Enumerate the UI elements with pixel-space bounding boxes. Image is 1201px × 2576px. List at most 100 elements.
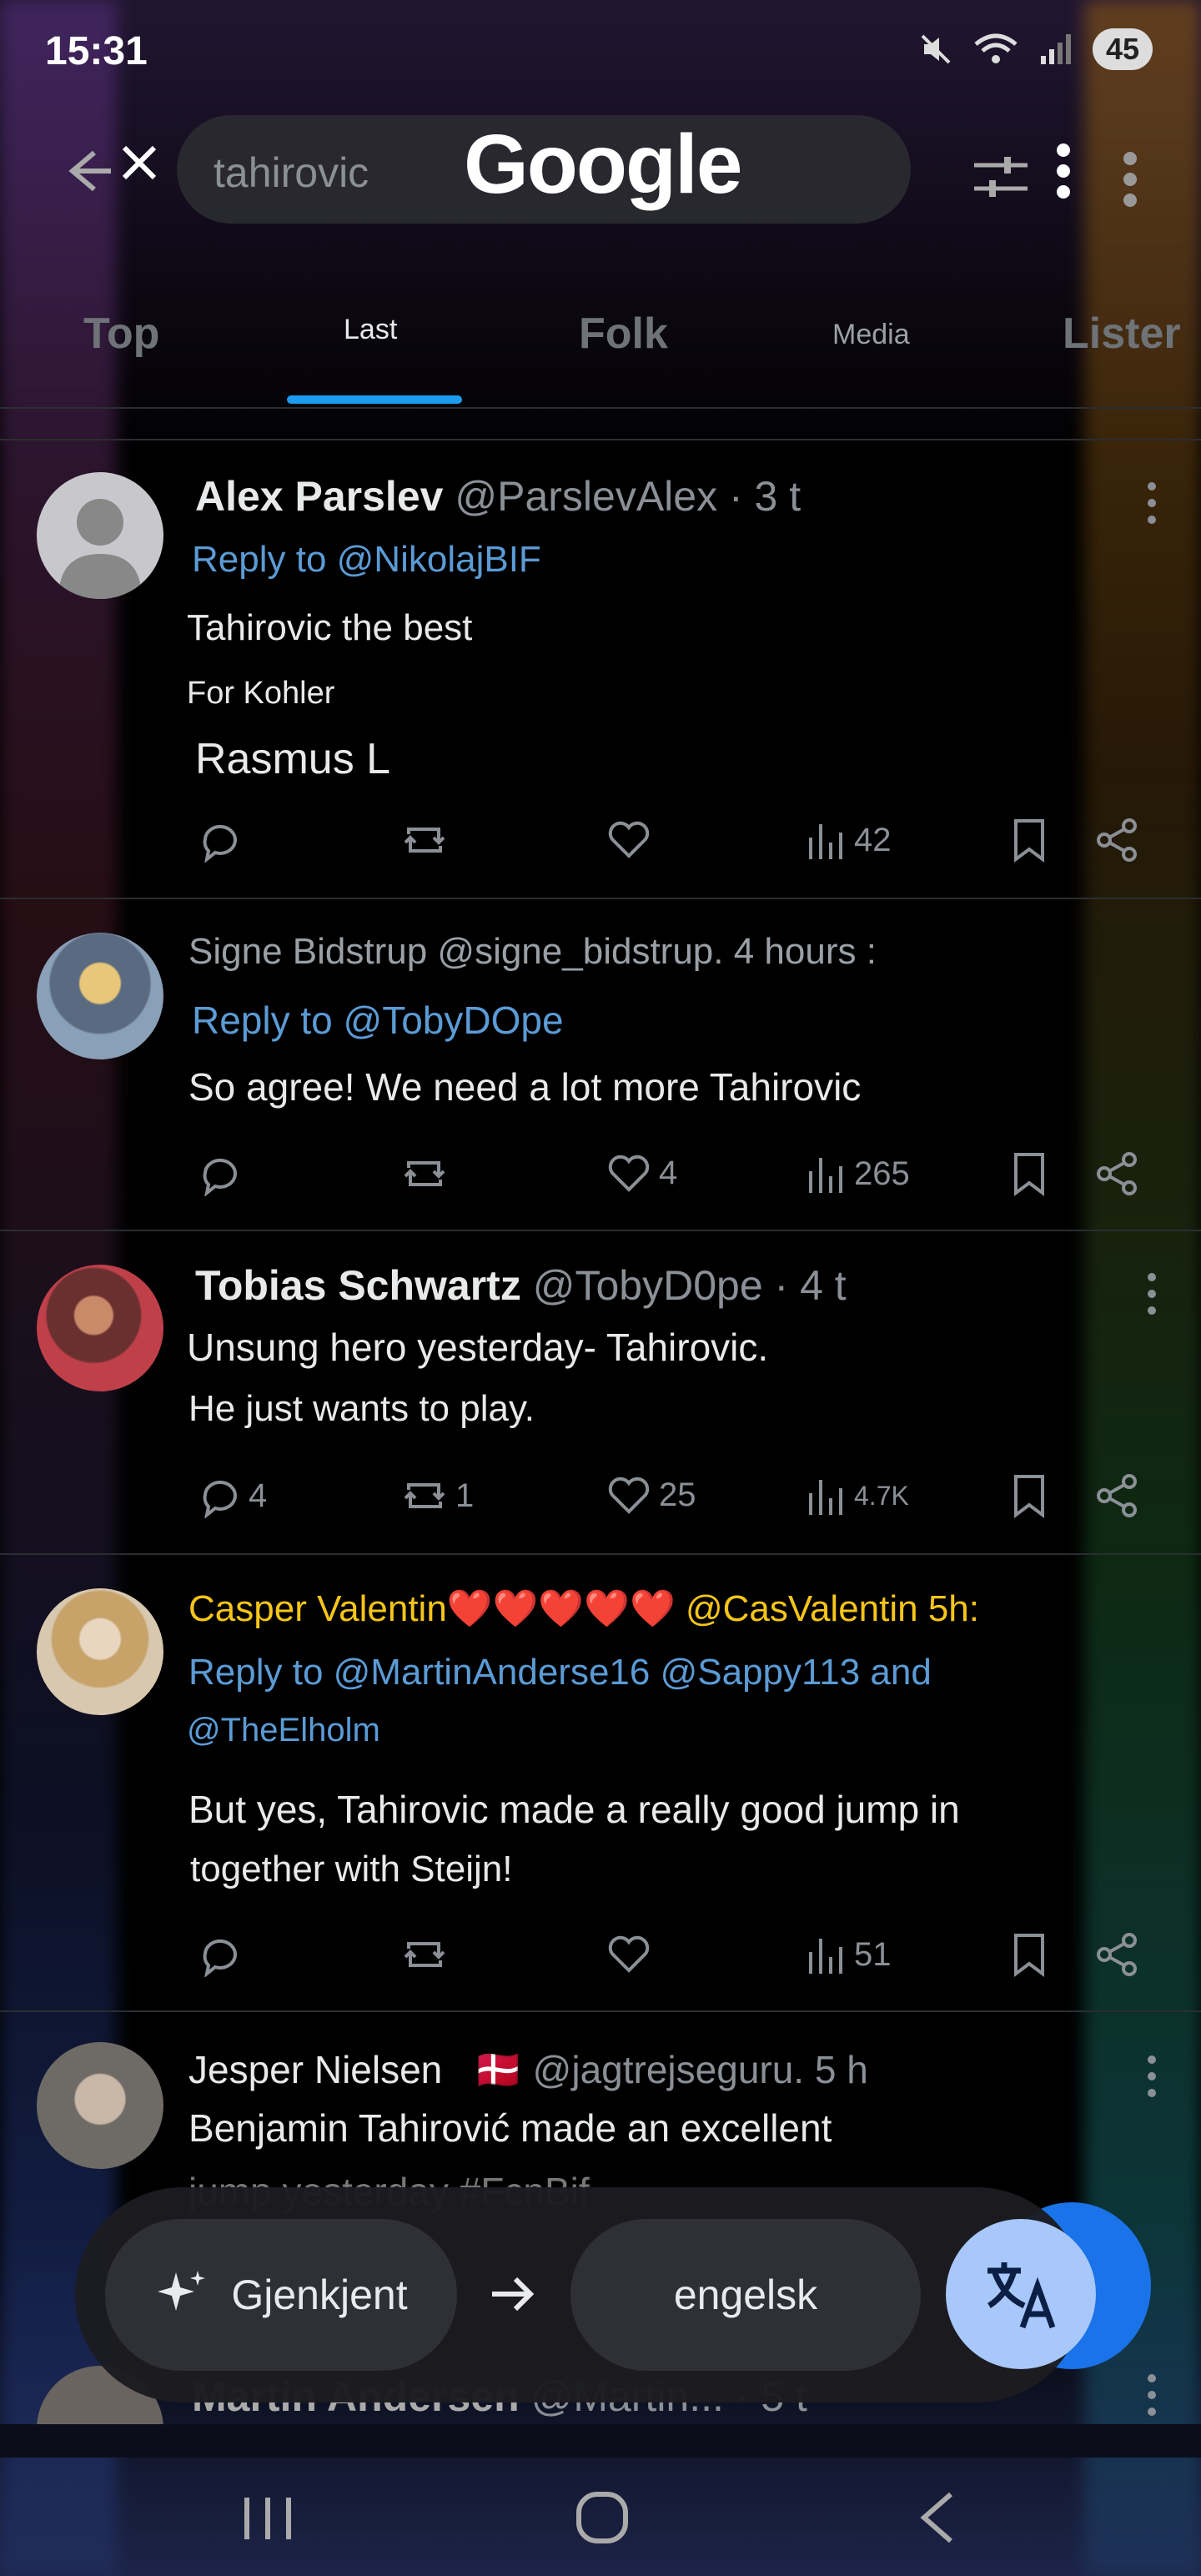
mute-icon: [921, 34, 951, 64]
like-button[interactable]: 4: [606, 1151, 677, 1195]
avatar[interactable]: [37, 1588, 163, 1715]
author-name[interactable]: Tobias Schwartz @TobyD0pe · 4 t: [195, 1261, 847, 1310]
heart-icon: [608, 1935, 650, 1973]
back-arrow-icon: [68, 150, 111, 192]
like-button[interactable]: [606, 1932, 659, 1975]
views-button[interactable]: 51: [806, 1932, 892, 1977]
reply-button[interactable]: [197, 1932, 249, 1977]
source-language-label: Gjenkjent: [231, 2272, 408, 2318]
tweet-card[interactable]: Tobias Schwartz @TobyD0pe · 4 t Unsung h…: [0, 1231, 1201, 1553]
tweet-text: So agree! We need a lot more Tahirovic: [188, 1065, 862, 1109]
reply-icon: [203, 824, 237, 863]
author-name[interactable]: Signe Bidstrup @signe_bidstrup. 4 hours …: [188, 931, 877, 973]
retweet-icon: [404, 1161, 445, 1186]
chevron-left-icon: [920, 2492, 952, 2543]
retweet-button[interactable]: [400, 1151, 455, 1196]
reply-button[interactable]: [197, 1151, 249, 1196]
sliders-icon: [974, 157, 1028, 197]
reply-to-link[interactable]: Reply to @TobyDOpe: [192, 998, 564, 1043]
author-name[interactable]: Jesper Nielsen 🇩🇰 @jagtrejseguru. 5 h: [188, 2047, 868, 2093]
reply-to-link[interactable]: Reply to @MartinAnderse16 @Sappy113 and: [188, 1652, 932, 1693]
tab-top[interactable]: Top: [83, 309, 159, 359]
tweet-card[interactable]: Signe Bidstrup @signe_bidstrup. 4 hours …: [0, 899, 1201, 1230]
heart-icon: [608, 821, 650, 858]
avatar[interactable]: [37, 1265, 163, 1391]
reply-to-link[interactable]: @TheElholm: [187, 1712, 380, 1749]
google-logo: Google: [464, 118, 742, 211]
tweet-card[interactable]: Casper Valentin❤️❤️❤️❤️❤️ @CasValentin 5…: [0, 1555, 1201, 2010]
retweet-button[interactable]: [400, 1932, 455, 1977]
back-button[interactable]: [58, 142, 117, 200]
share-button[interactable]: [1094, 1473, 1139, 1518]
recent-apps-button[interactable]: [242, 2494, 294, 2547]
bookmark-button[interactable]: [1011, 1151, 1048, 1196]
like-count: 4: [659, 1154, 678, 1191]
share-button[interactable]: [1094, 818, 1139, 863]
tweet-text: For Kohler: [187, 676, 335, 711]
tab-lister[interactable]: Lister: [1063, 309, 1181, 359]
status-time: 15:31: [45, 29, 148, 73]
author-display-name[interactable]: Tobias Schwartz: [195, 1262, 521, 1309]
sparkle-icon: [158, 2271, 206, 2311]
retweet-button[interactable]: [400, 818, 455, 863]
more-options-button[interactable]: [1043, 133, 1084, 209]
reply-button[interactable]: [197, 818, 249, 863]
battery-indicator: 45: [1092, 28, 1153, 70]
views-button[interactable]: 265: [806, 1151, 910, 1196]
reply-button[interactable]: 4: [197, 1473, 267, 1518]
app-menu-button[interactable]: [1109, 142, 1151, 217]
views-chart-icon: [809, 1480, 842, 1515]
tweet-more-button[interactable]: [1148, 2055, 1158, 2106]
bookmark-icon: [1014, 1475, 1044, 1518]
close-button[interactable]: [110, 133, 168, 192]
tweet-text: together with Steijn!: [190, 1849, 513, 1889]
reply-to-link[interactable]: Reply to @NikolajBIF: [192, 539, 541, 581]
author-display-name[interactable]: Jesper Nielsen: [188, 2048, 442, 2091]
source-language-button[interactable]: Gjenkjent: [105, 2219, 457, 2371]
target-language-label: engelsk: [673, 2272, 818, 2318]
translate-button[interactable]: [946, 2219, 1096, 2369]
home-button[interactable]: [575, 2491, 629, 2548]
translate-icon: [987, 2262, 1056, 2329]
tab-last[interactable]: Last: [344, 314, 397, 346]
tweet-more-button[interactable]: [1148, 1273, 1158, 1323]
reply-icon: [203, 1158, 237, 1196]
nav-back-button[interactable]: [917, 2491, 957, 2548]
share-button[interactable]: [1094, 1932, 1139, 1977]
close-icon: [122, 145, 157, 180]
arrow-right-icon: [487, 2269, 537, 2323]
author-display-name[interactable]: Alex Parslev: [195, 473, 443, 520]
author-name[interactable]: Casper Valentin❤️❤️❤️❤️❤️ @CasValentin 5…: [188, 1587, 979, 1630]
like-button[interactable]: [606, 818, 659, 861]
divider: [0, 407, 1201, 409]
bookmark-button[interactable]: [1011, 1473, 1048, 1518]
avatar[interactable]: [37, 472, 163, 599]
like-button[interactable]: 25: [606, 1473, 696, 1517]
tweet-more-button[interactable]: [1148, 2374, 1158, 2424]
bookmark-icon: [1014, 1934, 1044, 1977]
wifi-icon: [974, 33, 1018, 63]
retweet-icon: [404, 828, 445, 853]
tweet-more-button[interactable]: [1148, 482, 1158, 532]
share-button[interactable]: [1094, 1151, 1139, 1196]
share-icon: [1097, 1933, 1137, 1976]
views-button[interactable]: 42: [806, 818, 892, 863]
bookmark-button[interactable]: [1011, 818, 1048, 863]
tweet-text: Unsung hero yesterday- Tahirovic.: [187, 1326, 769, 1369]
retweet-button[interactable]: 1: [400, 1473, 474, 1518]
views-button[interactable]: 4.7K: [806, 1473, 909, 1518]
tweet-text: Rasmus L: [195, 735, 391, 783]
avatar[interactable]: [37, 933, 163, 1059]
target-language-button[interactable]: engelsk: [570, 2219, 921, 2371]
author-name[interactable]: Alex Parslev @ParslevAlex · 3 t: [195, 472, 801, 521]
retweet-count: 1: [455, 1477, 475, 1514]
avatar[interactable]: [37, 2042, 163, 2169]
filter-button[interactable]: [967, 143, 1034, 210]
views-chart-icon: [809, 1158, 842, 1193]
tab-media[interactable]: Media: [832, 319, 910, 351]
bookmark-button[interactable]: [1011, 1932, 1048, 1977]
tweet-card[interactable]: Alex Parslev @ParslevAlex · 3 t Reply to…: [0, 440, 1201, 898]
home-icon: [576, 2492, 628, 2543]
tab-folk[interactable]: Folk: [579, 309, 668, 359]
search-query[interactable]: tahirovic: [214, 148, 369, 197]
